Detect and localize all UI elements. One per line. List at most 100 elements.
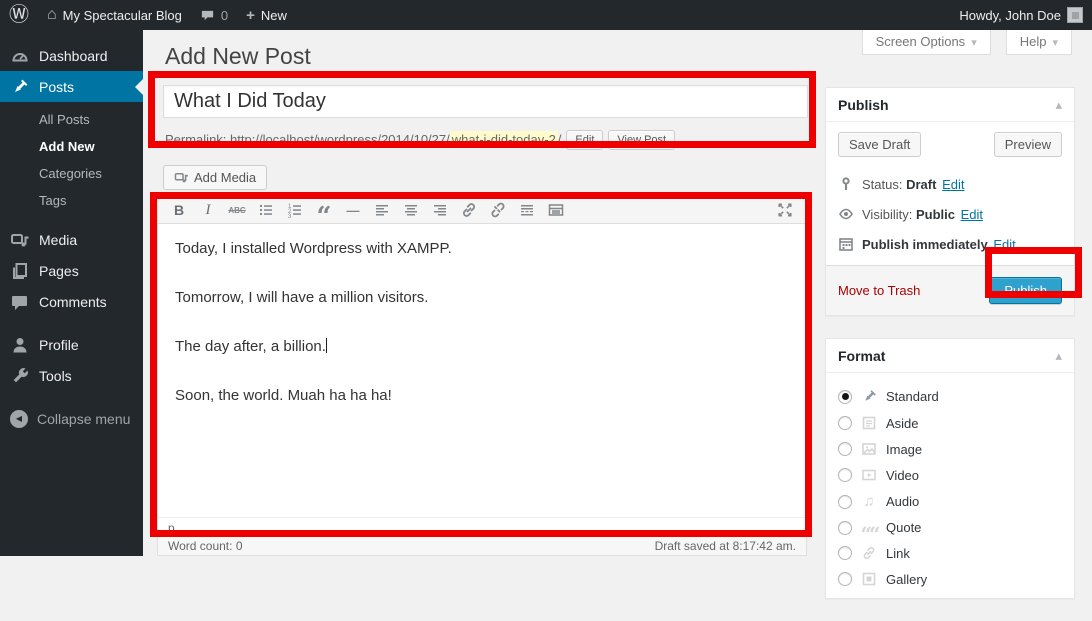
status-row: Status: Draft Edit bbox=[838, 169, 1062, 199]
publish-button[interactable]: Publish bbox=[989, 277, 1062, 304]
edit-schedule-link[interactable]: Edit bbox=[993, 237, 1015, 252]
format-video-icon bbox=[860, 467, 878, 483]
comments-bubble-link[interactable]: 0 bbox=[191, 0, 237, 30]
bullet-list-icon bbox=[257, 201, 275, 219]
toolbar-toggle-icon bbox=[547, 201, 565, 219]
site-name-link[interactable]: My Spectacular Blog bbox=[38, 0, 191, 30]
add-media-icon bbox=[174, 170, 189, 185]
site-name: My Spectacular Blog bbox=[63, 8, 182, 23]
radio-link[interactable] bbox=[838, 546, 852, 560]
horizontal-rule-button[interactable] bbox=[340, 199, 366, 221]
svg-text:3: 3 bbox=[288, 214, 292, 219]
italic-button[interactable]: I bbox=[195, 199, 221, 221]
format-label[interactable]: Video bbox=[886, 468, 919, 483]
edit-visibility-link[interactable]: Edit bbox=[961, 207, 983, 222]
sidebar-item-media[interactable]: Media bbox=[0, 224, 143, 255]
help-button[interactable]: Help bbox=[1006, 30, 1072, 55]
wordpress-logo-icon[interactable] bbox=[0, 0, 38, 30]
fullscreen-button[interactable] bbox=[772, 199, 798, 221]
format-standard-icon bbox=[860, 388, 878, 405]
fullscreen-icon bbox=[776, 201, 794, 219]
numbered-list-button[interactable]: 123 bbox=[282, 199, 308, 221]
format-label[interactable]: Aside bbox=[886, 416, 919, 431]
radio-aside[interactable] bbox=[838, 416, 852, 430]
sidebar-item-collapse-menu[interactable]: Collapse menu bbox=[0, 403, 143, 434]
sidebar-item-profile[interactable]: Profile bbox=[0, 329, 143, 360]
sidebar-label: Dashboard bbox=[39, 48, 108, 64]
publish-box: Publish Save Draft Preview Status: Draft… bbox=[825, 87, 1075, 316]
sidebar-separator bbox=[0, 391, 143, 403]
view-post-button[interactable]: View Post bbox=[608, 130, 675, 150]
blockquote-button[interactable] bbox=[311, 199, 337, 221]
profile-icon bbox=[10, 335, 30, 355]
chevron-down-icon bbox=[1052, 34, 1058, 49]
format-image-icon bbox=[860, 441, 878, 457]
radio-gallery[interactable] bbox=[838, 572, 852, 586]
insert-link-button[interactable] bbox=[456, 199, 482, 221]
radio-video[interactable] bbox=[838, 468, 852, 482]
posts-submenu: All Posts Add New Categories Tags bbox=[0, 102, 143, 224]
edit-permalink-button[interactable]: Edit bbox=[566, 130, 603, 150]
editor-content-area[interactable]: Today, I installed Wordpress with XAMPP.… bbox=[158, 224, 806, 517]
bullet-list-button[interactable] bbox=[253, 199, 279, 221]
radio-image[interactable] bbox=[838, 442, 852, 456]
move-to-trash-link[interactable]: Move to Trash bbox=[838, 283, 920, 298]
read-more-button[interactable] bbox=[514, 199, 540, 221]
publish-box-title: Publish bbox=[838, 97, 889, 113]
sidebar-item-dashboard[interactable]: Dashboard bbox=[0, 40, 143, 71]
edit-status-link[interactable]: Edit bbox=[942, 177, 964, 192]
sidebar-item-tools[interactable]: Tools bbox=[0, 360, 143, 391]
format-label[interactable]: Audio bbox=[886, 494, 919, 509]
post-title-input[interactable] bbox=[163, 85, 808, 118]
format-link-icon bbox=[860, 545, 878, 561]
align-right-button[interactable] bbox=[427, 199, 453, 221]
format-box-header[interactable]: Format bbox=[826, 339, 1074, 373]
bold-button[interactable]: B bbox=[166, 199, 192, 221]
format-label[interactable]: Link bbox=[886, 546, 910, 561]
radio-quote[interactable] bbox=[838, 521, 852, 535]
format-label[interactable]: Gallery bbox=[886, 572, 927, 587]
pushpin-icon bbox=[10, 77, 30, 97]
editor-paragraph: Tomorrow, I will have a million visitors… bbox=[175, 288, 789, 307]
sidebar-item-pages[interactable]: Pages bbox=[0, 255, 143, 286]
remove-link-button[interactable] bbox=[485, 199, 511, 221]
current-menu-arrow bbox=[135, 79, 143, 95]
editor-toolbar: B I ABC 123 bbox=[158, 197, 806, 224]
sidebar-item-tags[interactable]: Tags bbox=[39, 187, 143, 214]
sidebar-item-comments[interactable]: Comments bbox=[0, 286, 143, 317]
radio-standard[interactable] bbox=[838, 390, 852, 404]
schedule-row: Publish immediately Edit bbox=[838, 229, 1062, 259]
toggle-panel-icon[interactable] bbox=[1055, 347, 1062, 364]
publish-box-header[interactable]: Publish bbox=[826, 88, 1074, 122]
sidebar-item-categories[interactable]: Categories bbox=[39, 160, 143, 187]
sidebar-label: Pages bbox=[39, 263, 79, 279]
preview-button[interactable]: Preview bbox=[994, 132, 1062, 157]
plus-icon bbox=[246, 8, 255, 23]
sidebar-item-add-new[interactable]: Add New bbox=[39, 133, 143, 160]
account-menu[interactable]: Howdy, John Doe bbox=[950, 0, 1092, 30]
side-column: Publish Save Draft Preview Status: Draft… bbox=[825, 87, 1075, 621]
new-content-link[interactable]: New bbox=[237, 0, 296, 30]
media-icon bbox=[10, 230, 30, 250]
format-label[interactable]: Image bbox=[886, 442, 922, 457]
editor-panel: B I ABC 123 Today, I installed Wordpress… bbox=[157, 196, 807, 539]
screen-options-label: Screen Options bbox=[876, 34, 966, 49]
main-content: Screen Options Help Add New Post Permali… bbox=[143, 30, 1092, 556]
align-left-button[interactable] bbox=[369, 199, 395, 221]
toggle-panel-icon[interactable] bbox=[1055, 96, 1062, 113]
page-title: Add New Post bbox=[165, 43, 311, 70]
screen-options-button[interactable]: Screen Options bbox=[862, 30, 991, 55]
sidebar-item-posts[interactable]: Posts bbox=[0, 71, 143, 102]
sidebar-label: Comments bbox=[39, 294, 107, 310]
radio-audio[interactable] bbox=[838, 495, 852, 509]
toolbar-toggle-button[interactable] bbox=[543, 199, 569, 221]
format-option-image: Image bbox=[838, 436, 1062, 462]
schedule-text: Publish immediately bbox=[862, 237, 988, 252]
format-label[interactable]: Standard bbox=[886, 389, 939, 404]
format-label[interactable]: Quote bbox=[886, 520, 921, 535]
align-center-button[interactable] bbox=[398, 199, 424, 221]
add-media-button[interactable]: Add Media bbox=[163, 165, 267, 190]
save-draft-button[interactable]: Save Draft bbox=[838, 132, 921, 157]
sidebar-item-all-posts[interactable]: All Posts bbox=[39, 106, 143, 133]
strikethrough-button[interactable]: ABC bbox=[224, 199, 250, 221]
